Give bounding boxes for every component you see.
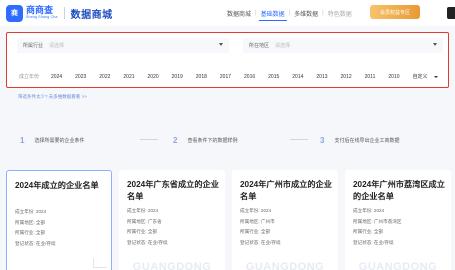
card-title: 2024年广州市成立的企业名单 (240, 180, 332, 201)
region-label: 所在地区 (249, 43, 270, 49)
card-watermark: GUANGDONG (132, 261, 212, 270)
main-nav: 数据商城 | 基础数据 | 多维数据 | 特色数据 (225, 0, 354, 26)
chevron-down-icon (219, 43, 223, 46)
nav-data-mall[interactable]: 数据商城 (225, 9, 253, 18)
step-2: 2 查看条件下的数据样例 (173, 136, 237, 145)
year-filter-row: 成立年份 2024 2023 2022 2021 2020 2019 2018 … (19, 73, 438, 80)
card-year: 成立年份: 2024 (353, 208, 385, 213)
dataset-card[interactable]: 2024年广东省成立的企业名单 成立年份: 2024 所属地区: 广东省 所属行… (119, 170, 225, 270)
year-custom-label: 自定义 (412, 74, 428, 80)
card-status: 登记状态: 在业/存续 (240, 239, 281, 245)
site-logo[interactable]: 商 商商查 Shang Shang Cha (6, 4, 58, 22)
card-status: 登记状态: 在业/存续 (127, 239, 168, 245)
nav-multi-dim-data[interactable]: 多维数据 (292, 9, 320, 18)
year-option[interactable]: 2013 (316, 74, 327, 80)
card-year: 成立年份: 2024 (127, 208, 159, 213)
region-select[interactable]: 所在地区 请选择 (243, 38, 443, 53)
step-3: 3 支付后在线导出企业工商数据 (320, 136, 399, 145)
year-option[interactable]: 2023 (75, 74, 86, 80)
filter-panel: 所属行业 请选择 所在地区 请选择 成立年份 2024 2023 2022 20… (6, 32, 449, 88)
multi-dim-hint-link[interactable]: 筛选条件太少? 去多维数据看看 >> (18, 94, 87, 100)
step-label: 查看条件下的数据样例 (187, 138, 238, 144)
card-title: 2024年成立的企业名单 (15, 181, 99, 190)
year-option[interactable]: 2024 (51, 74, 62, 80)
year-option[interactable]: 2015 (268, 74, 279, 80)
year-option[interactable]: 2021 (123, 74, 134, 80)
step-connector (140, 139, 158, 140)
year-option[interactable]: 2012 (341, 74, 352, 80)
card-industry: 所属行业: 全部 (15, 230, 46, 235)
year-option[interactable]: 2019 (172, 74, 183, 80)
top-header: 商 商商查 Shang Shang Cha 数据商城 数据商城 | 基础数据 |… (0, 0, 455, 26)
step-number: 3 (320, 136, 325, 145)
year-option[interactable]: 2011 (365, 74, 376, 80)
nav-featured-data[interactable]: 特色数据 (326, 9, 354, 18)
card-region: 所属地区: 广东省 (127, 218, 162, 224)
region-placeholder: 请选择 (275, 43, 291, 49)
card-year: 成立年份: 2024 (15, 209, 47, 214)
logo-name: 商商查 (26, 5, 54, 16)
year-option[interactable]: 2018 (196, 74, 207, 80)
step-1: 1 选择所需要的企业条件 (20, 136, 84, 145)
card-region: 所属地区: 全部 (15, 219, 46, 225)
step-number: 1 (20, 136, 25, 145)
card-title: 2024年广州市荔湾区成立的企业名单 (353, 180, 445, 201)
user-icon[interactable] (447, 7, 455, 19)
year-option[interactable]: 2022 (99, 74, 110, 80)
card-watermark: GUANGDONG (245, 261, 325, 270)
logo-english-name: Shang Shang Cha (26, 15, 58, 20)
card-industry: 所属行业: 全部 (127, 229, 158, 234)
card-region: 所属地区: 广州市荔湾区 (353, 218, 402, 224)
card-status: 登记状态: 在业/存续 (353, 239, 394, 245)
step-number: 2 (173, 136, 178, 145)
dataset-card[interactable]: 2024年广州市荔湾区成立的企业名单 成立年份: 2024 所属地区: 广州市荔… (345, 170, 451, 270)
card-title: 2024年广东省成立的企业名单 (127, 180, 219, 201)
logo-icon: 商 (6, 4, 23, 22)
card-industry: 所属行业: 全部 (240, 229, 271, 234)
dataset-card[interactable]: 2024年广州市成立的企业名单 成立年份: 2024 所属地区: 广州市 所属行… (232, 170, 338, 270)
chevron-down-icon (433, 75, 438, 78)
year-option[interactable]: 2010 (388, 74, 399, 80)
card-industry: 所属行业: 全部 (353, 229, 384, 234)
year-option[interactable]: 2020 (148, 74, 159, 80)
dataset-card[interactable]: 2024年成立的企业名单 成立年份: 2024 所属地区: 全部 所属行业: 全… (6, 170, 112, 270)
chart-icon (93, 258, 107, 268)
step-label: 选择所需要的企业条件 (34, 138, 85, 144)
step-label: 支付后在线导出企业工商数据 (334, 138, 400, 144)
step-connector (290, 139, 308, 140)
card-watermark: GUANGDONG (358, 261, 438, 270)
year-option[interactable]: 2017 (220, 74, 231, 80)
industry-label: 所属行业 (23, 43, 44, 49)
vip-zone-button[interactable]: 会员权益专区 (370, 5, 420, 19)
card-year: 成立年份: 2024 (240, 208, 272, 213)
year-custom-dropdown[interactable]: 自定义 (413, 73, 438, 80)
year-filter-label: 成立年份 (19, 74, 40, 80)
nav-basic-data[interactable]: 基础数据 (258, 9, 287, 21)
industry-placeholder: 请选择 (49, 43, 65, 49)
card-region: 所属地区: 广州市 (240, 218, 275, 224)
year-option[interactable]: 2016 (244, 74, 255, 80)
year-option[interactable]: 2014 (292, 74, 303, 80)
chevron-down-icon (433, 43, 437, 46)
card-status: 登记状态: 在业/存续 (15, 240, 56, 246)
logo-divider (63, 7, 65, 19)
site-title: 数据商城 (70, 9, 113, 21)
industry-select[interactable]: 所属行业 请选择 (17, 38, 229, 53)
